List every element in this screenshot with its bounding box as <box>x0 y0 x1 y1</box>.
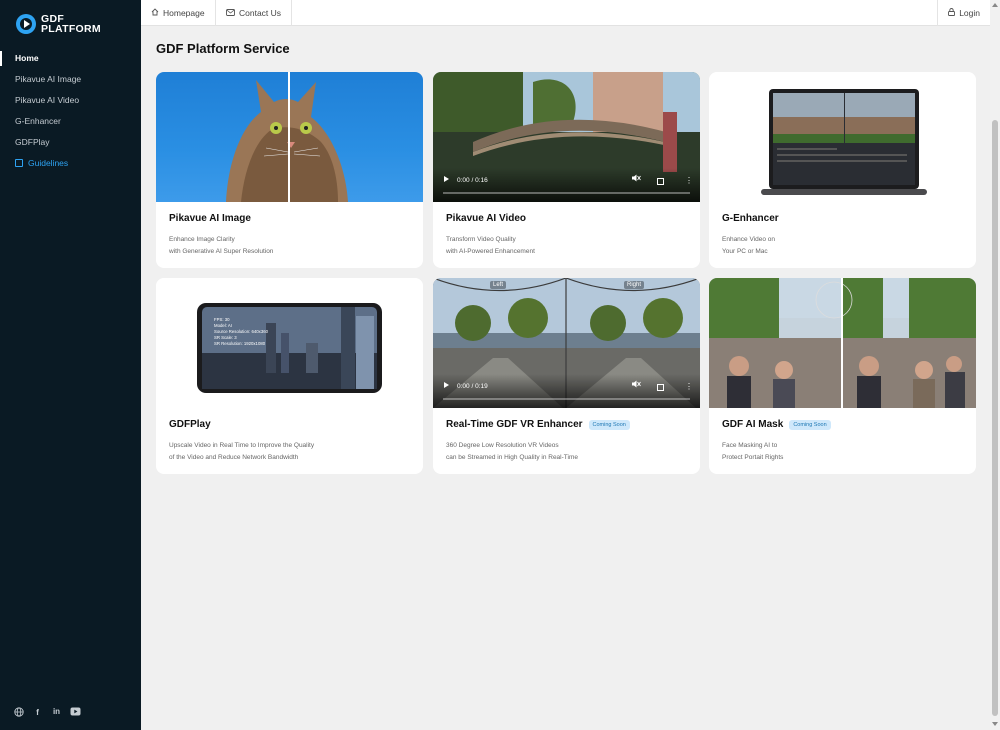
sidebar-item-guidelines[interactable]: Guidelines <box>0 153 141 174</box>
mute-icon[interactable] <box>632 380 641 390</box>
card-desc-line-2: with AI-Powered Enhancement <box>446 248 535 255</box>
video-controls <box>433 374 700 408</box>
video-time: 0:00 / 0:16 <box>457 177 488 184</box>
overlay-sr-resolution: SR Resolution: 1920x1080 <box>214 341 266 346</box>
sidebar-item-pikavue-ai-image[interactable]: Pikavue AI Image <box>0 69 141 90</box>
card-desc-line-1: 360 Degree Low Resolution VR Videos <box>446 442 559 449</box>
logo[interactable]: GDF PLATFORM <box>16 14 101 34</box>
fullscreen-icon[interactable] <box>657 384 664 391</box>
card-description: Transform Video Quality with AI-Powered … <box>446 234 535 258</box>
fullscreen-icon[interactable] <box>657 178 664 185</box>
card-desc-line-1: Enhance Image Clarity <box>169 236 235 243</box>
contact-link[interactable]: Contact Us <box>216 0 293 27</box>
scrollbar[interactable] <box>990 0 1000 730</box>
card-desc-line-1: Upscale Video in Real Time to Improve th… <box>169 442 315 449</box>
crowd-comparison-image <box>709 278 976 408</box>
cat-comparison-image <box>156 72 423 202</box>
logo-play-icon <box>16 14 36 34</box>
home-icon <box>151 1 159 27</box>
scroll-thumb[interactable] <box>992 120 998 716</box>
video-progress-bar[interactable] <box>443 398 690 400</box>
card-title: Real-Time GDF VR Enhancer Coming Soon <box>446 419 630 430</box>
video-player[interactable]: 0:00 / 0:16 ⋮ <box>433 72 700 202</box>
card-desc-line-2: of the Video and Reduce Network Bandwidt… <box>169 454 299 461</box>
page-title: GDF Platform Service <box>156 41 290 56</box>
sidebar-item-gdfplay[interactable]: GDFPlay <box>0 132 141 153</box>
globe-icon[interactable] <box>13 706 24 717</box>
card-gdf-ai-mask[interactable]: GDF AI Mask Coming Soon Face Masking AI t… <box>709 278 976 474</box>
homepage-link[interactable]: Homepage <box>141 0 216 26</box>
video-controls <box>433 168 700 202</box>
sidebar-item-g-enhancer[interactable]: G-Enhancer <box>0 111 141 132</box>
card-title: G-Enhancer <box>722 213 779 224</box>
video-time: 0:00 / 0:19 <box>457 383 488 390</box>
card-desc-line-1: Face Masking AI to <box>722 442 778 449</box>
right-eye-label: Right <box>624 281 645 289</box>
more-options-icon[interactable]: ⋮ <box>685 383 693 391</box>
card-description: Face Masking AI to Protect Portait Right… <box>722 440 783 464</box>
split-divider[interactable] <box>841 278 843 408</box>
sidebar-nav: Home Pikavue AI Image Pikavue AI Video G… <box>0 48 141 174</box>
laptop-image <box>709 72 976 202</box>
scroll-down-arrow-icon[interactable] <box>992 722 998 726</box>
card-title-text: GDF AI Mask <box>722 419 784 430</box>
contact-label: Contact Us <box>239 8 282 18</box>
logo-line-2: PLATFORM <box>41 23 101 35</box>
mute-icon[interactable] <box>632 174 641 184</box>
card-title-text: Real-Time GDF VR Enhancer <box>446 419 583 430</box>
vr-video-player[interactable]: Left Right 0:00 / 0:19 ⋮ <box>433 278 700 408</box>
linkedin-icon[interactable]: in <box>51 706 62 717</box>
facebook-icon[interactable]: f <box>32 706 43 717</box>
login-button[interactable]: Login <box>937 0 990 26</box>
card-description: Enhance Video on Your PC or Mac <box>722 234 775 258</box>
coming-soon-badge: Coming Soon <box>588 420 630 430</box>
card-desc-line-2: can be Streamed in High Quality in Real-… <box>446 454 578 461</box>
card-desc-line-2: with Generative AI Super Resolution <box>169 248 274 255</box>
card-description: Upscale Video in Real Time to Improve th… <box>169 440 314 464</box>
card-gdfplay[interactable]: FPS: 30 Model: AI Source Resolution: 640… <box>156 278 423 474</box>
logo-text: GDF PLATFORM <box>41 14 101 35</box>
card-title: GDFPlay <box>169 419 211 430</box>
split-divider[interactable] <box>288 72 290 202</box>
card-title: Pikavue AI Image <box>169 213 251 224</box>
play-icon[interactable] <box>444 176 449 182</box>
card-title: GDF AI Mask Coming Soon <box>722 419 831 430</box>
sidebar-item-guidelines-label: Guidelines <box>28 158 69 168</box>
video-progress-bar[interactable] <box>443 192 690 194</box>
phone-image: FPS: 30 Model: AI Source Resolution: 640… <box>156 278 423 408</box>
card-description: 360 Degree Low Resolution VR Videos can … <box>446 440 578 464</box>
card-desc-line-2: Your PC or Mac <box>722 248 768 255</box>
card-pikavue-ai-video[interactable]: 0:00 / 0:16 ⋮ Pikavue AI Video Transform… <box>433 72 700 268</box>
phone-stats-overlay: FPS: 30 Model: AI Source Resolution: 640… <box>214 317 268 347</box>
card-g-enhancer[interactable]: G-Enhancer Enhance Video on Your PC or M… <box>709 72 976 268</box>
sidebar: GDF PLATFORM Home Pikavue AI Image Pikav… <box>0 0 141 730</box>
homepage-label: Homepage <box>163 8 205 18</box>
card-title: Pikavue AI Video <box>446 213 527 224</box>
lock-icon <box>948 0 956 26</box>
mail-icon <box>226 1 235 27</box>
card-description: Enhance Image Clarity with Generative AI… <box>169 234 273 258</box>
social-links: f in <box>13 706 81 717</box>
more-options-icon[interactable]: ⋮ <box>685 177 693 185</box>
scroll-up-arrow-icon[interactable] <box>992 3 998 7</box>
youtube-icon[interactable] <box>70 706 81 717</box>
card-pikavue-ai-image[interactable]: Pikavue AI Image Enhance Image Clarity w… <box>156 72 423 268</box>
login-label: Login <box>959 8 980 18</box>
left-eye-label: Left <box>490 281 507 289</box>
card-desc-line-1: Enhance Video on <box>722 236 776 243</box>
top-bar: Homepage Contact Us Login <box>141 0 990 26</box>
sidebar-item-pikavue-ai-video[interactable]: Pikavue AI Video <box>0 90 141 111</box>
sidebar-item-home[interactable]: Home <box>0 48 141 69</box>
play-icon[interactable] <box>444 382 449 388</box>
card-desc-line-2: Protect Portait Rights <box>722 454 784 461</box>
card-desc-line-1: Transform Video Quality <box>446 236 516 243</box>
book-icon <box>15 159 23 167</box>
card-vr-enhancer[interactable]: Left Right 0:00 / 0:19 ⋮ Real-Time GDF V… <box>433 278 700 474</box>
coming-soon-badge: Coming Soon <box>789 420 831 430</box>
